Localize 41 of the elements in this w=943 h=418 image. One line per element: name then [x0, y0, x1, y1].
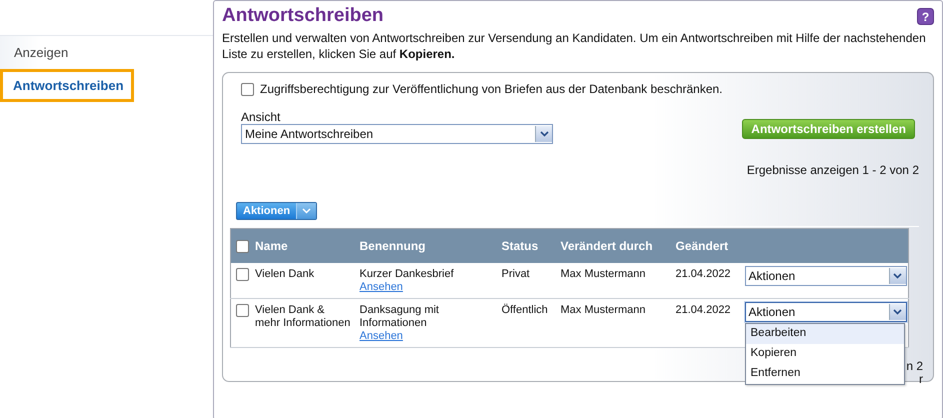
caret-icon: [888, 304, 906, 320]
column-header: Name: [255, 239, 288, 253]
view-dropdown[interactable]: Meine Antwortschreiben: [241, 124, 553, 144]
caret-icon: [535, 126, 552, 142]
row-checkbox[interactable]: [236, 268, 249, 281]
status-text: Privat: [502, 268, 530, 280]
checkbox[interactable]: [241, 82, 254, 96]
sidebar-item[interactable]: Anzeigen: [0, 35, 213, 69]
date-text: 21.04.2022: [676, 268, 731, 280]
pagination-text: r: [919, 373, 923, 386]
changed-by-text: Max Mustermann: [560, 268, 646, 280]
column-header: Benennung: [354, 228, 496, 263]
view-link[interactable]: Ansehen: [360, 330, 403, 342]
caret-icon: [296, 203, 316, 219]
name-text: Vielen Dank: [255, 268, 314, 281]
column-header: Verändert durch: [556, 228, 670, 263]
description-text: Erstellen und verwalten von Antwortschreiben zur Versendung an Kandidaten. Um ein Antwortschreiben mit Hilfe der nachstehenden Liste zu erstellen, klicken Sie auf Kopieren.: [222, 30, 927, 62]
title-text: Kurzer Dankesbrief: [360, 268, 455, 281]
row-checkbox[interactable]: [236, 304, 249, 317]
caret-icon: [888, 268, 906, 284]
changed-by-text: Max Mustermann: [560, 304, 646, 316]
title-text: Danksagung mit Informationen: [360, 304, 440, 330]
pagination-text: n 2: [906, 360, 923, 373]
results-text: Ergebnisse anzeigen 1 - 2 von 2: [746, 163, 920, 177]
status-text: Öffentlich: [502, 304, 548, 316]
menu-item[interactable]: Entfernen: [746, 364, 904, 384]
name-text: Vielen Dank & mehr Informationen: [255, 304, 350, 330]
view-link[interactable]: Ansehen: [360, 281, 403, 293]
view-label: Ansicht: [241, 110, 282, 124]
column-header: Geändert: [670, 228, 740, 263]
page-title: Antwortschreiben: [222, 5, 384, 27]
actions-dropdown[interactable]: Aktionen: [744, 266, 906, 286]
select-all-checkbox[interactable]: [236, 240, 249, 252]
date-text: 21.04.2022: [676, 304, 731, 316]
menu-item[interactable]: Bearbeiten: [746, 324, 904, 344]
sidebar-item[interactable]: Antwortschreiben: [0, 69, 134, 102]
menu-item[interactable]: Kopieren: [746, 344, 904, 364]
actions-dropdown[interactable]: Aktionen: [744, 302, 906, 322]
column-header: Status: [496, 228, 556, 263]
help-icon[interactable]: ?: [917, 8, 934, 24]
checkbox-label: Zugriffsberechtigung zur Veröffentlichung von Briefen aus der Datenbank beschränken.: [260, 82, 723, 96]
